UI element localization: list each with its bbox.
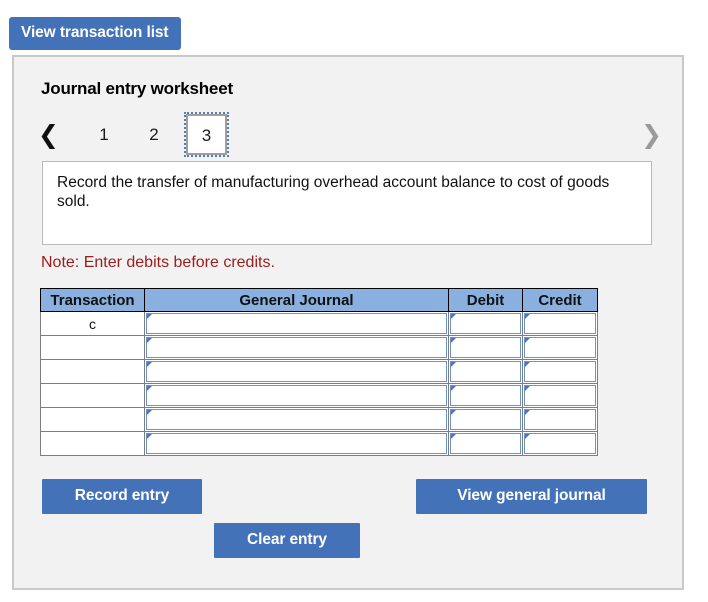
column-header-transaction: Transaction [40, 288, 145, 312]
general-journal-input[interactable] [146, 313, 447, 334]
table-row: c [40, 311, 598, 336]
debit-input[interactable] [450, 361, 521, 382]
debit-input-cell[interactable] [448, 431, 523, 456]
debit-input[interactable] [450, 385, 521, 406]
view-transaction-list-button[interactable]: View transaction list [9, 17, 181, 50]
debit-input[interactable] [450, 433, 521, 454]
debit-input-cell[interactable] [448, 383, 523, 408]
chevron-left-icon[interactable]: ❮ [38, 118, 59, 152]
general-journal-input-cell[interactable] [144, 359, 449, 384]
credit-input-cell[interactable] [522, 407, 598, 432]
debit-input-cell[interactable] [448, 407, 523, 432]
view-general-journal-button[interactable]: View general journal [416, 479, 647, 514]
column-header-general-journal: General Journal [144, 288, 449, 312]
debits-before-credits-note: Note: Enter debits before credits. [41, 254, 275, 271]
transaction-cell [40, 431, 145, 456]
debit-input[interactable] [450, 409, 521, 430]
debit-input-cell[interactable] [448, 311, 523, 336]
debit-input[interactable] [450, 337, 521, 358]
general-journal-input-cell[interactable] [144, 383, 449, 408]
table-header-row: Transaction General Journal Debit Credit [40, 288, 598, 312]
general-journal-input-cell[interactable] [144, 407, 449, 432]
table-row [40, 359, 598, 384]
credit-input[interactable] [524, 409, 596, 430]
transaction-cell [40, 407, 145, 432]
general-journal-input[interactable] [146, 409, 447, 430]
credit-input[interactable] [524, 385, 596, 406]
chevron-right-icon[interactable]: ❯ [641, 118, 662, 152]
credit-input-cell[interactable] [522, 335, 598, 360]
column-header-credit: Credit [522, 288, 598, 312]
general-journal-input-cell[interactable] [144, 431, 449, 456]
transaction-description: Record the transfer of manufacturing ove… [42, 161, 652, 245]
screen-root: View transaction list Journal entry work… [0, 0, 708, 602]
table-row [40, 407, 598, 432]
journal-entry-table: Transaction General Journal Debit Credit… [40, 288, 598, 456]
page-title: Journal entry worksheet [41, 79, 233, 98]
credit-input[interactable] [524, 313, 596, 334]
transaction-cell [40, 359, 145, 384]
table-row [40, 335, 598, 360]
credit-input[interactable] [524, 361, 596, 382]
general-journal-input[interactable] [146, 361, 447, 382]
debit-input-cell[interactable] [448, 359, 523, 384]
credit-input[interactable] [524, 433, 596, 454]
worksheet-tab-1[interactable]: 1 [86, 117, 122, 153]
credit-input-cell[interactable] [522, 383, 598, 408]
journal-entry-panel: Journal entry worksheet ❮ 1 2 3 ❯ Record… [12, 55, 684, 590]
debit-input-cell[interactable] [448, 335, 523, 360]
general-journal-input[interactable] [146, 385, 447, 406]
worksheet-tab-2[interactable]: 2 [136, 117, 172, 153]
transaction-cell [40, 335, 145, 360]
credit-input[interactable] [524, 337, 596, 358]
general-journal-input-cell[interactable] [144, 311, 449, 336]
table-row [40, 383, 598, 408]
general-journal-input[interactable] [146, 337, 447, 358]
worksheet-tab-3[interactable]: 3 [184, 112, 229, 157]
transaction-cell [40, 383, 145, 408]
clear-entry-button[interactable]: Clear entry [214, 523, 360, 558]
table-row [40, 431, 598, 456]
worksheet-pager: ❮ 1 2 3 ❯ [38, 112, 662, 157]
general-journal-input[interactable] [146, 433, 447, 454]
general-journal-input-cell[interactable] [144, 335, 449, 360]
transaction-cell: c [40, 311, 145, 336]
credit-input-cell[interactable] [522, 359, 598, 384]
credit-input-cell[interactable] [522, 431, 598, 456]
debit-input[interactable] [450, 313, 521, 334]
column-header-debit: Debit [448, 288, 523, 312]
record-entry-button[interactable]: Record entry [42, 479, 202, 514]
credit-input-cell[interactable] [522, 311, 598, 336]
